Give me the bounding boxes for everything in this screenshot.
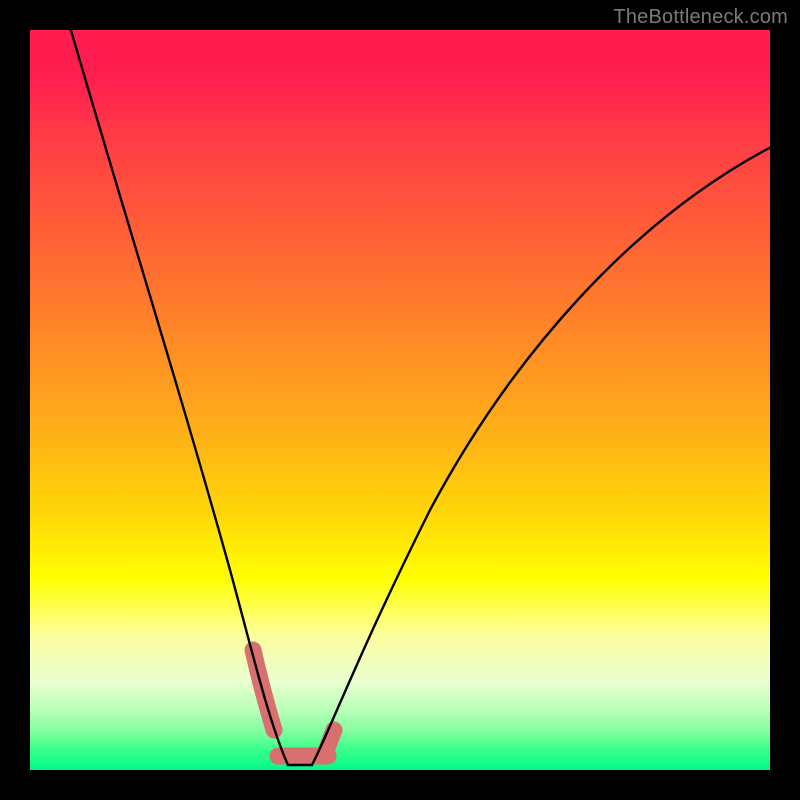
bottleneck-curve [68, 30, 770, 765]
chart-frame: TheBottleneck.com [0, 0, 800, 800]
watermark-text: TheBottleneck.com [613, 6, 788, 29]
curve-layer [30, 30, 770, 770]
plot-area [30, 30, 770, 770]
